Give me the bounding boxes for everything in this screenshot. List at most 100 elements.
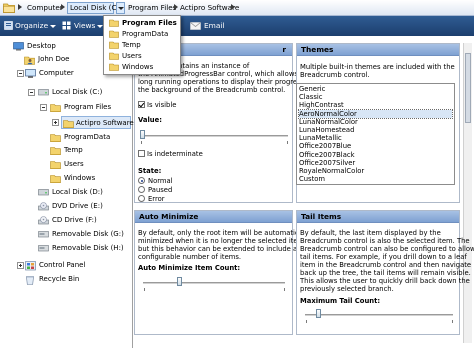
cd-drive-icon: [38, 216, 49, 225]
dropdown-item-label: Program Files: [122, 19, 177, 27]
tail-items-panel-header: Tail Items: [297, 211, 459, 223]
folder-icon: [109, 41, 119, 49]
tree-node-label: CD Drive (F:): [52, 216, 97, 224]
theme-list-item[interactable]: Office2007Blue: [299, 142, 452, 150]
email-icon: [190, 22, 201, 30]
theme-list-item[interactable]: HighContrast: [299, 101, 452, 109]
breadcrumb-item-computer[interactable]: Computer: [27, 2, 63, 14]
theme-list-item[interactable]: Generic: [299, 85, 452, 93]
theme-list-item-selected[interactable]: AeroNormalColor: [298, 108, 453, 119]
breadcrumb-item-local-disk[interactable]: Local Disk (C:): [67, 2, 122, 14]
breadcrumb-separator-icon[interactable]: [231, 4, 235, 10]
tail-count-slider-thumb[interactable]: [316, 309, 322, 318]
theme-list-item[interactable]: LunaHomestead: [299, 126, 452, 134]
tail-count-slider-track[interactable]: [305, 314, 453, 316]
tree-node-label: John Doe: [38, 55, 70, 63]
breadcrumb: Computer Local Disk (C:) Program Files A…: [0, 0, 474, 16]
value-slider-track[interactable]: [140, 135, 288, 137]
tree-node-local-disk-d[interactable]: Local Disk (D:): [38, 187, 128, 198]
organize-button[interactable]: Organize: [15, 21, 57, 30]
breadcrumb-item-program-files[interactable]: Program Files: [128, 2, 176, 14]
slider-tick: [284, 288, 285, 291]
drive-icon: [38, 188, 49, 196]
slider-tick: [144, 288, 145, 291]
dropdown-item-label: ProgramData: [122, 30, 169, 38]
value-label: Value:: [138, 116, 162, 124]
state-paused-radio[interactable]: [138, 186, 145, 193]
dropdown-item-windows[interactable]: Windows: [107, 62, 179, 72]
content-scrollbar[interactable]: [463, 43, 472, 343]
tree-node-recycle-bin[interactable]: Recycle Bin: [25, 274, 125, 285]
theme-list-item[interactable]: Office2007Black: [299, 151, 452, 159]
folder-icon: [109, 30, 119, 38]
folder-icon: [50, 174, 61, 183]
value-slider-thumb[interactable]: [140, 130, 145, 139]
folder-icon: [3, 2, 15, 13]
desktop-icon: [13, 42, 24, 51]
state-label: State:: [138, 167, 162, 175]
tree-expander-control-panel[interactable]: [17, 262, 24, 269]
views-button[interactable]: Views: [74, 21, 104, 30]
state-paused-label: Paused: [148, 186, 173, 194]
theme-list-item[interactable]: Office2007Silver: [299, 159, 452, 167]
tree-expander-local-disk-c[interactable]: [28, 89, 35, 96]
folder-icon: [63, 119, 74, 128]
tail-items-desc-line-3: Breadcrumb control can also be configure…: [300, 245, 474, 253]
tree-node-label: Control Panel: [39, 261, 86, 269]
dropdown-item-temp[interactable]: Temp: [107, 40, 179, 50]
breadcrumb-separator-icon[interactable]: [61, 4, 65, 10]
views-label: Views: [74, 21, 96, 30]
is-visible-checkbox[interactable]: [138, 101, 145, 108]
folder-icon: [109, 19, 119, 27]
state-error-radio[interactable]: [138, 195, 145, 202]
tree-node-control-panel[interactable]: Control Panel: [25, 260, 125, 271]
dropdown-item-users[interactable]: Users: [107, 51, 179, 61]
tail-items-panel-title: Tail Items: [301, 212, 342, 221]
tree-node-program-files[interactable]: Program Files: [50, 102, 130, 113]
theme-list-item[interactable]: LunaNormalColor: [299, 118, 452, 126]
tree-expander-program-files[interactable]: [40, 104, 47, 111]
breadcrumb-dropdown-menu: Program Files ProgramData Temp Users Win…: [103, 15, 181, 75]
scrollbar-thumb[interactable]: [465, 53, 471, 123]
breadcrumb-separator-icon[interactable]: [18, 4, 22, 10]
tree-node-removable-disk-h[interactable]: Removable Disk (H:): [38, 243, 130, 254]
views-icon: [62, 21, 71, 30]
auto-minimize-slider-track[interactable]: [143, 282, 285, 284]
theme-list-item[interactable]: LunaMetallic: [299, 134, 452, 142]
tree-node-actipro-software[interactable]: Actipro Software: [61, 116, 134, 129]
chevron-down-icon[interactable]: [116, 2, 125, 14]
email-button[interactable]: Email: [204, 21, 225, 30]
tree-node-local-disk-c[interactable]: Local Disk (C:): [38, 87, 128, 98]
state-normal-radio[interactable]: [138, 177, 145, 184]
tree-expander-computer[interactable]: [17, 70, 24, 77]
is-indeterminate-checkbox[interactable]: [138, 150, 145, 157]
folder-icon: [50, 160, 61, 169]
breadcrumb-separator-icon[interactable]: [174, 4, 178, 10]
tree-node-label: Program Files: [64, 103, 112, 111]
tree-node-temp[interactable]: Temp: [50, 145, 130, 156]
auto-minimize-desc-line-4: configurable number of items.: [138, 253, 242, 261]
auto-minimize-desc-line-1: By default, only the root item will be a…: [138, 229, 311, 237]
tree-node-removable-disk-g[interactable]: Removable Disk (G:): [38, 229, 130, 240]
dropdown-item-programdata[interactable]: ProgramData: [107, 29, 179, 39]
tree-node-programdata[interactable]: ProgramData: [50, 132, 130, 143]
tree-node-dvd-drive-e[interactable]: DVD Drive (E:): [38, 201, 128, 212]
tree-node-users[interactable]: Users: [50, 159, 130, 170]
theme-list-item[interactable]: Classic: [299, 93, 452, 101]
tree-node-cd-drive-f[interactable]: CD Drive (F:): [38, 215, 128, 226]
tree-node-windows[interactable]: Windows: [50, 173, 130, 184]
auto-minimize-slider-thumb[interactable]: [176, 277, 182, 286]
tree-expander-actipro-software[interactable]: [52, 119, 59, 126]
recycle-bin-icon: [25, 275, 35, 285]
auto-minimize-desc-line-2: minimized when it is no longer the selec…: [138, 237, 307, 245]
themes-desc-line-2: Breadcrumb control.: [300, 71, 370, 79]
removable-disk-icon: [38, 230, 49, 238]
folder-icon: [50, 146, 61, 155]
tree-node-label: Desktop: [27, 42, 56, 50]
theme-list-item[interactable]: RoyaleNormalColor: [299, 167, 452, 175]
theme-list-item[interactable]: Custom: [299, 175, 452, 183]
tree-node-label: Recycle Bin: [39, 275, 80, 283]
dropdown-item-program-files[interactable]: Program Files: [107, 18, 179, 28]
themes-listbox[interactable]: Generic Classic HighContrast AeroNormalC…: [296, 83, 455, 185]
progress-panel-title: r: [282, 45, 286, 54]
